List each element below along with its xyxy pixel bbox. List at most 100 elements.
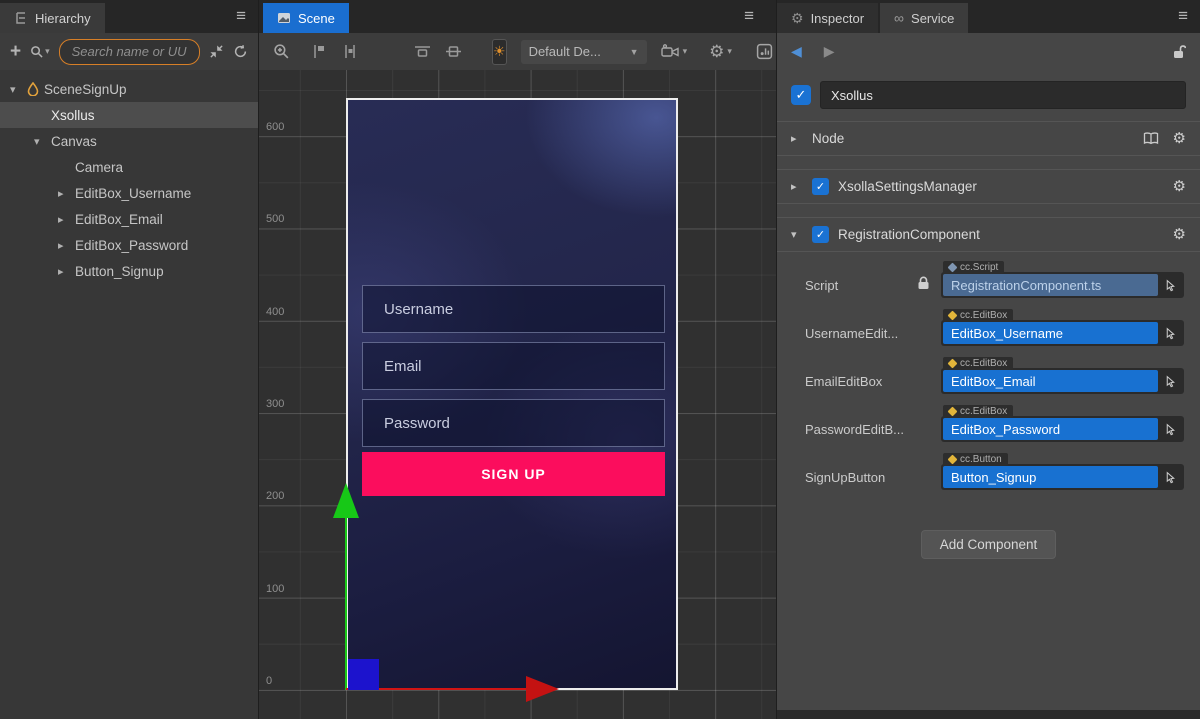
cocos-creator-editor: Hierarchy ≡ + ▾ [0,0,1200,719]
scene-viewport[interactable]: 6005004003002001000 UsernameEmailPasswor… [259,70,776,719]
registration-enabled-checkbox[interactable]: ✓ [812,226,829,243]
add-node-button[interactable]: + [10,42,21,61]
inspector-tabstrip: ⚙ Inspector ∞ Service ≡ [777,0,1200,33]
expand-arrow-icon[interactable]: ▾ [34,135,51,148]
node-docs-button[interactable] [1143,132,1159,145]
settings-manager-gear-icon[interactable]: ⚙ [1173,179,1186,194]
history-forward-button[interactable]: ▶ [824,43,835,60]
picker-cursor-button[interactable] [1158,370,1182,392]
editbox-preview-email[interactable]: Email [362,342,665,390]
picker-cursor-button[interactable] [1158,418,1182,440]
zoom-button[interactable] [273,43,290,60]
editbox-preview-password[interactable]: Password [362,399,665,447]
y-axis-arrowhead-icon[interactable] [333,483,359,518]
tab-service[interactable]: ∞ Service [880,3,968,33]
reference-box: EditBox_Username [941,320,1184,346]
reference-value[interactable]: RegistrationComponent.ts [943,274,1158,296]
y-axis-gizmo[interactable] [345,518,347,690]
type-diamond-icon [948,263,958,273]
view-mode-dropdown[interactable]: Default De... ▼ [521,40,647,64]
lock-spacer [917,309,941,324]
reference-value[interactable]: EditBox_Password [943,418,1158,440]
editbox-preview-username[interactable]: Username [362,285,665,333]
light-gizmo-toggle[interactable]: ☀ [492,39,507,65]
search-filter-button[interactable]: ▾ [30,45,50,58]
reference-box: EditBox_Email [941,368,1184,394]
history-back-button[interactable]: ◀ [791,43,802,60]
align-top-button[interactable] [414,44,431,59]
collapse-arrow-icon[interactable]: ▸ [58,239,75,252]
camera-settings-button[interactable]: ▾ [661,44,688,59]
tree-item-canvas[interactable]: ▾Canvas [0,128,258,154]
node-collapse-arrow-icon[interactable]: ▸ [791,132,803,145]
node-section-header[interactable]: ▸ Node ⚙ [777,121,1200,156]
node-name-input[interactable] [820,81,1186,109]
tree-item-scenesignup[interactable]: ▾SceneSignUp [0,76,258,102]
origin-gizmo[interactable] [348,659,379,690]
unlock-icon [1172,44,1186,59]
settings-manager-header[interactable]: ▸ ✓ XsollaSettingsManager ⚙ [777,169,1200,204]
signup-button-preview[interactable]: SIGN UP [362,452,665,496]
collapse-arrow-icon[interactable]: ▸ [58,265,75,278]
picker-cursor-button[interactable] [1158,466,1182,488]
type-tag: cc.Button [943,453,1008,466]
align-right-button[interactable] [342,44,358,59]
registration-properties: Scriptcc.ScriptRegistrationComponent.tsU… [777,252,1200,490]
scene-canvas-preview[interactable]: Username Email Password SIGN UP [346,98,678,690]
scene-menu-icon[interactable]: ≡ [744,6,754,26]
registration-expand-arrow-icon[interactable]: ▾ [791,228,803,241]
property-value: cc.EditBoxEditBox_Email [941,357,1184,394]
tree-item-label: Canvas [51,134,97,149]
tab-inspector[interactable]: ⚙ Inspector [777,3,878,33]
align-middle-icon [445,44,462,59]
inspector-footer-strip [777,710,1200,719]
align-left-button[interactable] [312,44,328,59]
node-active-checkbox[interactable]: ✓ [791,85,811,105]
reference-value[interactable]: EditBox_Username [943,322,1158,344]
x-axis-arrowhead-icon[interactable] [526,676,559,702]
settings-manager-collapse-arrow-icon[interactable]: ▸ [791,180,803,193]
tree-item-camera[interactable]: Camera [0,154,258,180]
node-settings-gear-icon[interactable]: ⚙ [1173,131,1186,146]
registration-component-header[interactable]: ▾ ✓ RegistrationComponent ⚙ [777,217,1200,252]
hierarchy-search-box[interactable] [59,39,200,65]
picker-cursor-button[interactable] [1158,322,1182,344]
node-section-label: Node [812,131,844,146]
tab-inspector-label: Inspector [811,11,864,26]
settings-manager-enabled-checkbox[interactable]: ✓ [812,178,829,195]
inspector-unlock-button[interactable] [1172,44,1186,59]
ruler-label: 300 [266,398,284,410]
expand-arrow-icon[interactable]: ▾ [10,83,27,96]
tree-item-editbox_email[interactable]: ▸EditBox_Email [0,206,258,232]
tree-item-editbox_username[interactable]: ▸EditBox_Username [0,180,258,206]
align-left-icon [312,44,328,59]
stats-panel-button[interactable] [756,43,773,60]
hierarchy-menu-icon[interactable]: ≡ [236,6,246,26]
ruler-label: 200 [266,490,284,502]
scene-toolbar: ☀ Default De... ▼ ▾ ⚙ ▾ [259,33,776,70]
tree-item-xsollus[interactable]: Xsollus [0,102,258,128]
registration-component-label: RegistrationComponent [838,227,980,242]
collapse-arrow-icon[interactable]: ▸ [58,213,75,226]
add-component-button[interactable]: Add Component [921,530,1057,559]
hierarchy-search-input[interactable] [70,43,189,60]
tab-service-label: Service [911,11,954,26]
tree-item-button_signup[interactable]: ▸Button_Signup [0,258,258,284]
inspector-menu-icon[interactable]: ≡ [1178,6,1188,26]
collapse-all-button[interactable] [209,44,224,59]
reference-box: EditBox_Password [941,416,1184,442]
registration-gear-icon[interactable]: ⚙ [1173,227,1186,242]
align-middle-button[interactable] [445,44,462,59]
tab-scene[interactable]: Scene [263,3,349,33]
collapse-arrow-icon[interactable]: ▸ [58,187,75,200]
scene-settings-button[interactable]: ⚙ ▾ [709,43,732,60]
property-label: PasswordEditB... [805,405,917,437]
reference-value[interactable]: EditBox_Email [943,370,1158,392]
picker-cursor-button[interactable] [1158,274,1182,296]
stats-panel-icon [756,43,773,60]
reference-value[interactable]: Button_Signup [943,466,1158,488]
align-right-icon [342,44,358,59]
refresh-button[interactable] [233,44,248,59]
tree-item-editbox_password[interactable]: ▸EditBox_Password [0,232,258,258]
tab-hierarchy[interactable]: Hierarchy [0,3,105,33]
